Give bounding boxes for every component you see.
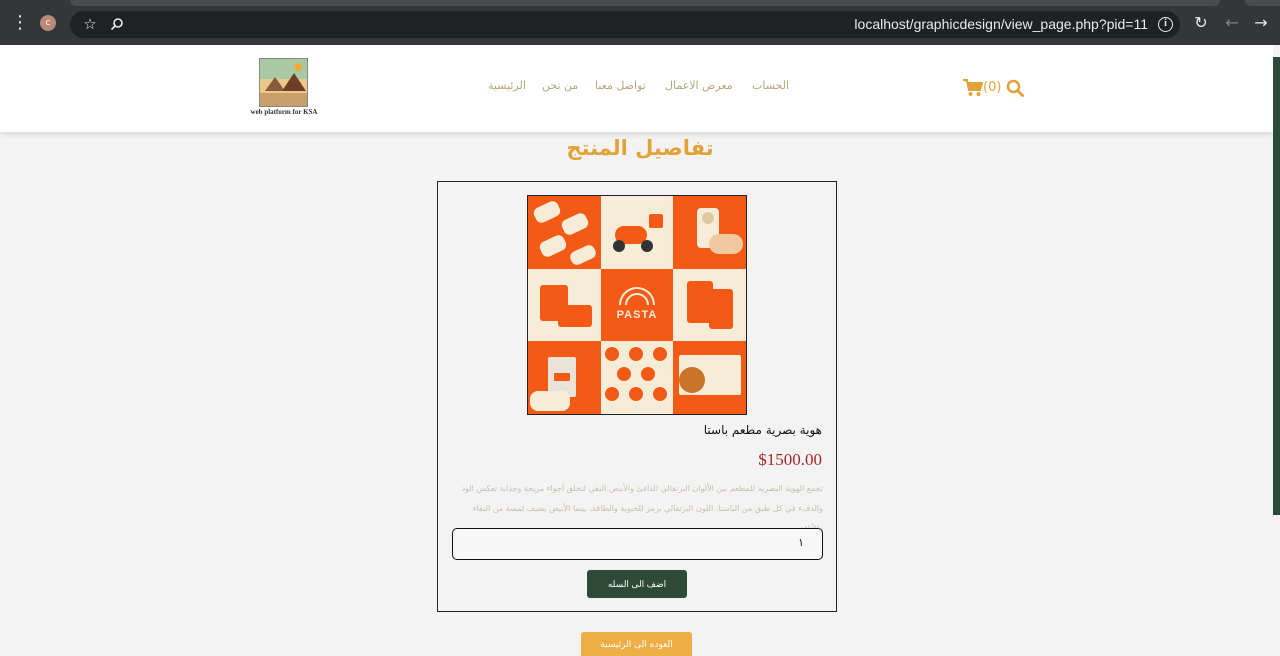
nav-link-gallery[interactable]: معرض الاعمال	[665, 79, 733, 92]
nav-link-account[interactable]: الحساب	[752, 79, 789, 92]
cart-count: (0)	[983, 80, 1002, 95]
menu-kebab-icon[interactable]: ⋮	[11, 13, 29, 33]
pasta-brand-text: PASTA	[616, 308, 658, 321]
forward-arrow-icon[interactable]: →	[1251, 13, 1271, 33]
tab-strip-edge	[1245, 0, 1280, 6]
tab-strip	[70, 0, 1220, 6]
bookmark-star-icon[interactable]: ☆	[80, 11, 100, 38]
product-price: $1500.00	[758, 450, 822, 469]
product-name: هوية بصرية مطعم باستا	[703, 423, 822, 437]
nav-link-contact[interactable]: تواصل معنا	[595, 79, 646, 92]
site-info-icon[interactable]: i	[1158, 17, 1173, 32]
reload-icon[interactable]: ↻	[1191, 13, 1211, 33]
url-text[interactable]: localhost/graphicdesign/view_page.php?pi…	[854, 11, 1148, 38]
zoom-icon[interactable]	[107, 11, 127, 38]
site-header: web platform for KSA الحساب معرض الاعمال…	[0, 45, 1273, 132]
add-to-cart-button[interactable]: اضف الى السله	[587, 570, 687, 598]
page-title: تفاصيل المنتج	[566, 136, 714, 160]
logo-caption: web platform for KSA	[250, 108, 318, 116]
profile-avatar[interactable]: c	[40, 15, 56, 31]
back-arrow-icon[interactable]: ←	[1222, 13, 1242, 33]
cart-button[interactable]: (0)	[963, 77, 1001, 99]
product-card: PASTA هوية بصرية مطعم باستا $1500.00 تجم…	[437, 181, 837, 612]
scrollbar-thumb[interactable]	[1273, 57, 1280, 515]
nav-link-home[interactable]: الرئيسية	[488, 79, 526, 92]
site-logo[interactable]	[259, 58, 308, 107]
nav-link-about[interactable]: من نحن	[542, 79, 578, 92]
cart-icon	[963, 78, 984, 96]
search-icon[interactable]	[1006, 79, 1024, 97]
browser-toolbar: ⋮ c ☆ localhost/graphicdesign/view_page.…	[0, 0, 1280, 45]
back-home-button[interactable]: العوده الى الرئيسية	[581, 632, 692, 656]
product-image: PASTA	[527, 195, 747, 415]
address-bar[interactable]: ☆ localhost/graphicdesign/view_page.php?…	[70, 11, 1180, 38]
quantity-input[interactable]: ١	[452, 528, 823, 560]
